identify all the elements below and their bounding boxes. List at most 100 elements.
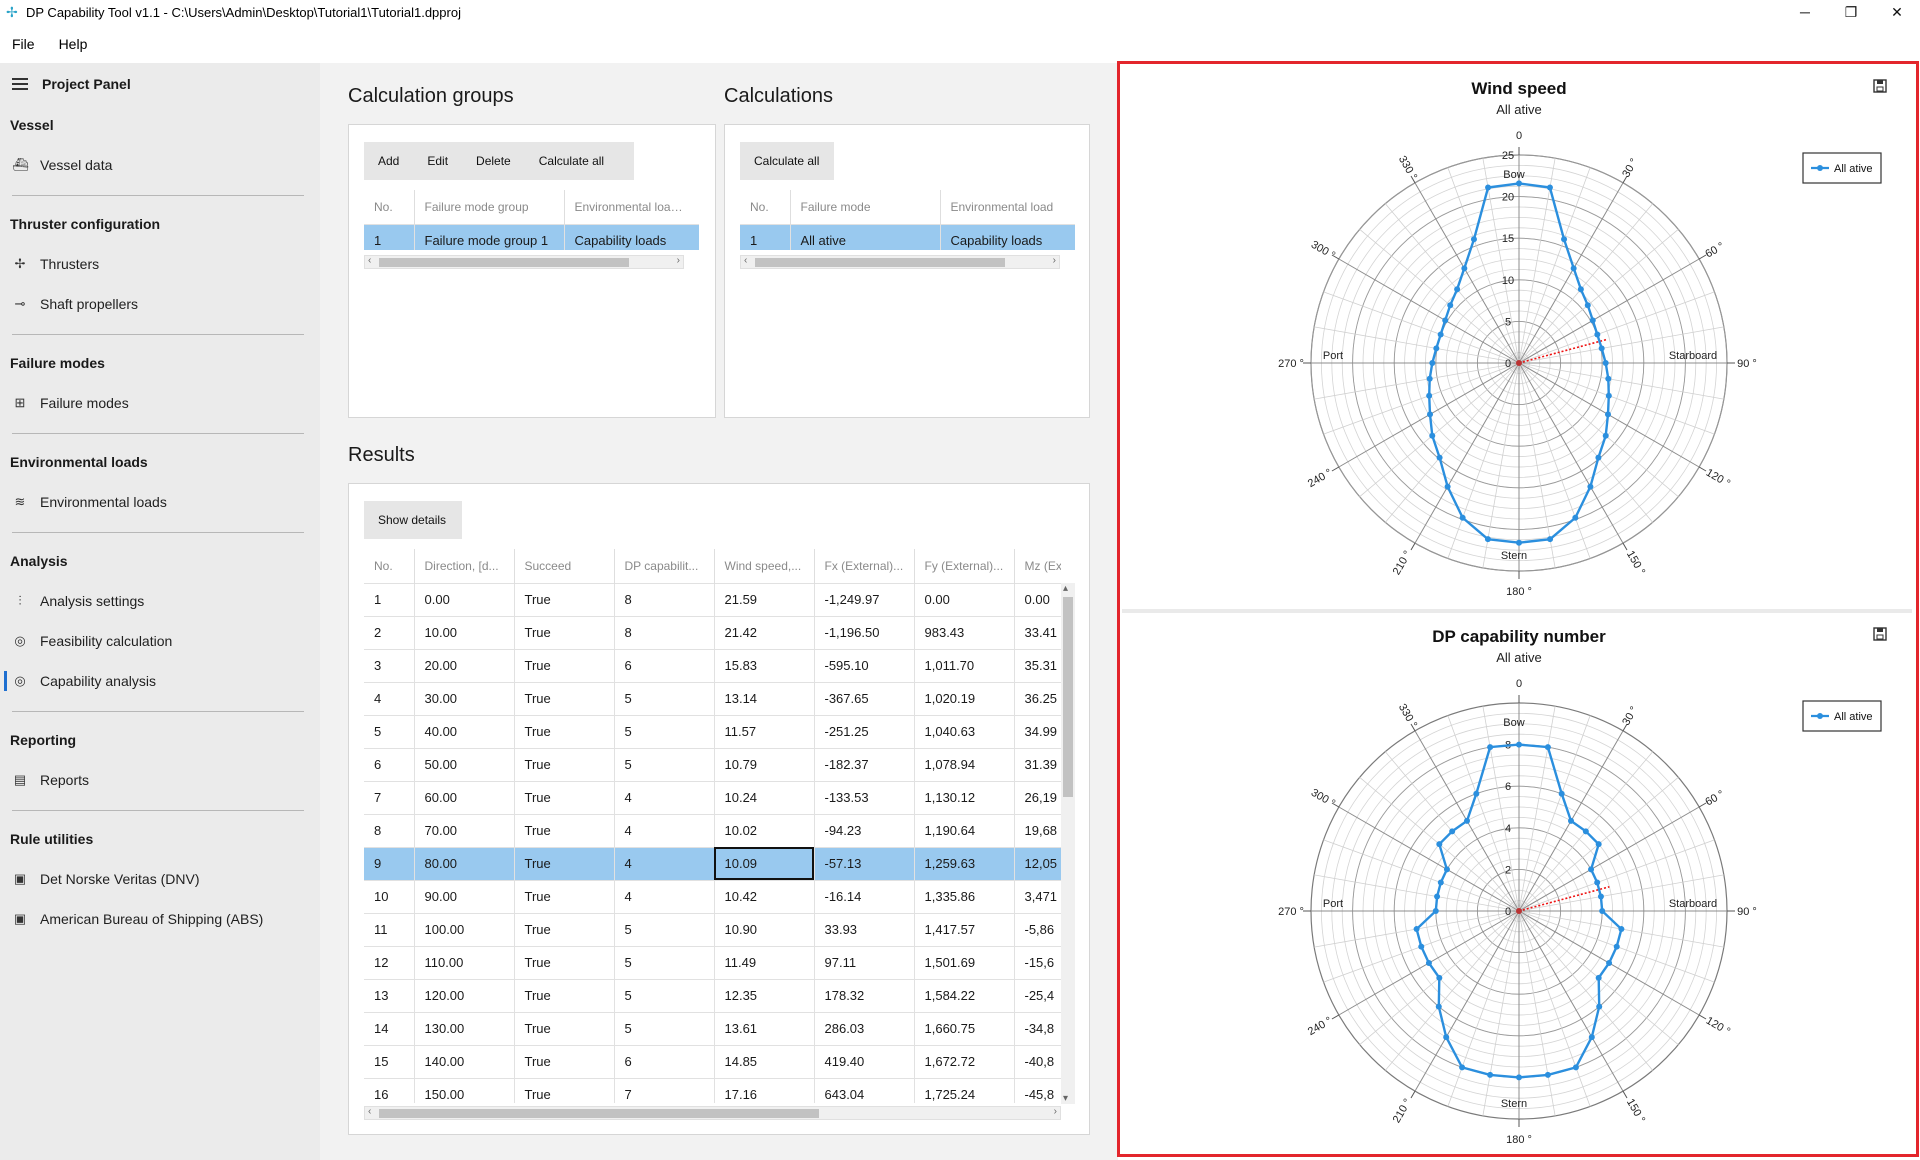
calc-groups-hscroll[interactable]: ‹ › [364, 255, 684, 269]
menu-help[interactable]: Help [47, 36, 100, 52]
show-details-button[interactable]: Show details [364, 501, 460, 539]
table-cell[interactable]: 150.00 [414, 1077, 515, 1103]
table-cell[interactable]: All ative [790, 223, 941, 250]
table-cell[interactable]: 12 [364, 945, 415, 979]
table-cell[interactable]: 6 [614, 1044, 715, 1078]
table-cell[interactable]: 1,020.19 [914, 681, 1015, 715]
table-cell[interactable]: 1,501.69 [914, 945, 1015, 979]
table-cell[interactable]: 4 [614, 780, 715, 814]
calculate-all-groups-button[interactable]: Calculate all [525, 142, 618, 180]
table-cell[interactable]: 286.03 [814, 1011, 915, 1045]
table-cell[interactable]: 5 [614, 714, 715, 748]
table-cell[interactable]: -595.10 [814, 648, 915, 682]
table-cell[interactable]: 10.90 [714, 912, 815, 946]
column-header[interactable]: No. [364, 549, 415, 583]
table-cell[interactable]: 4 [614, 879, 715, 913]
column-header[interactable]: Failure mode group [414, 190, 565, 224]
table-cell[interactable]: 12.35 [714, 978, 815, 1012]
table-cell[interactable]: -34,8 [1014, 1011, 1061, 1045]
table-cell[interactable]: -5,86 [1014, 912, 1061, 946]
table-cell[interactable]: 10.09 [714, 846, 815, 880]
table-cell[interactable]: 1,078.94 [914, 747, 1015, 781]
table-cell[interactable]: 5 [364, 714, 415, 748]
table-cell[interactable]: True [514, 879, 615, 913]
table-cell[interactable]: 1,040.63 [914, 714, 1015, 748]
table-cell[interactable]: -1,249.97 [814, 582, 915, 616]
table-row[interactable]: 3 20.00 True 6 15.83 -595.10 1,011.70 35.31 [364, 648, 1061, 682]
table-cell[interactable]: 1,725.24 [914, 1077, 1015, 1103]
table-cell[interactable]: 30.00 [414, 681, 515, 715]
restore-button[interactable]: ❐ [1828, 0, 1874, 24]
table-cell[interactable]: 419.40 [814, 1044, 915, 1078]
table-cell[interactable]: -1,196.50 [814, 615, 915, 649]
column-header[interactable]: Fx (External)... [814, 549, 915, 583]
table-cell[interactable]: 100.00 [414, 912, 515, 946]
table-cell[interactable]: 35.31 [1014, 648, 1061, 682]
table-cell[interactable]: 31.39 [1014, 747, 1061, 781]
table-cell[interactable]: True [514, 582, 615, 616]
column-header[interactable]: Mz (Exter [1014, 549, 1061, 583]
table-cell[interactable]: 80.00 [414, 846, 515, 880]
table-row[interactable]: 16 150.00 True 7 17.16 643.04 1,725.24 -45,8 [364, 1077, 1061, 1103]
table-cell[interactable]: 17.16 [714, 1077, 815, 1103]
table-cell[interactable]: 110.00 [414, 945, 515, 979]
table-cell[interactable]: 9 [364, 846, 415, 880]
table-cell[interactable]: 16 [364, 1077, 415, 1103]
table-cell[interactable]: 130.00 [414, 1011, 515, 1045]
table-cell[interactable]: 1,672.72 [914, 1044, 1015, 1078]
table-row[interactable]: 1 Failure mode group 1 Capability loads [364, 223, 699, 250]
table-cell[interactable]: 1 [740, 223, 791, 250]
table-cell[interactable]: 6 [364, 747, 415, 781]
table-cell[interactable]: 1,130.12 [914, 780, 1015, 814]
table-cell[interactable]: 4 [614, 846, 715, 880]
table-cell[interactable]: 2 [364, 615, 415, 649]
table-row[interactable]: 8 70.00 True 4 10.02 -94.23 1,190.64 19,68 [364, 813, 1061, 847]
table-cell[interactable]: -94.23 [814, 813, 915, 847]
menu-file[interactable]: File [0, 36, 47, 52]
table-cell[interactable]: 8 [364, 813, 415, 847]
table-cell[interactable]: -367.65 [814, 681, 915, 715]
table-cell[interactable]: -15,6 [1014, 945, 1061, 979]
column-header[interactable]: No. [364, 190, 415, 224]
table-cell[interactable]: True [514, 813, 615, 847]
table-cell[interactable]: 1,417.57 [914, 912, 1015, 946]
table-cell[interactable]: 10.02 [714, 813, 815, 847]
table-cell[interactable]: 33.41 [1014, 615, 1061, 649]
table-cell[interactable]: True [514, 648, 615, 682]
table-cell[interactable]: 5 [614, 912, 715, 946]
table-cell[interactable]: 90.00 [414, 879, 515, 913]
results-hscroll[interactable]: ‹ › [364, 1106, 1061, 1120]
table-cell[interactable]: 3,471 [1014, 879, 1061, 913]
table-cell[interactable]: -16.14 [814, 879, 915, 913]
column-header[interactable]: Succeed [514, 549, 615, 583]
table-row[interactable]: 1 0.00 True 8 21.59 -1,249.97 0.00 0.00 [364, 582, 1061, 616]
sidebar-item-shaft-propellers[interactable]: ⊸ Shaft propellers [0, 284, 320, 324]
column-header[interactable]: Direction, [d... [414, 549, 515, 583]
project-panel-header[interactable]: Project Panel [0, 63, 320, 105]
save-icon[interactable] [1873, 627, 1887, 641]
table-cell[interactable]: -45,8 [1014, 1077, 1061, 1103]
table-cell[interactable]: 8 [614, 615, 715, 649]
table-cell[interactable]: 3 [364, 648, 415, 682]
table-cell[interactable]: 5 [614, 747, 715, 781]
sidebar-item-thrusters[interactable]: ✢ Thrusters [0, 244, 320, 284]
table-cell[interactable]: 8 [614, 582, 715, 616]
table-cell[interactable]: -182.37 [814, 747, 915, 781]
table-row[interactable]: 15 140.00 True 6 14.85 419.40 1,672.72 -40,8 [364, 1044, 1061, 1078]
sidebar-item-reports[interactable]: ▤ Reports [0, 760, 320, 800]
table-cell[interactable]: 1,011.70 [914, 648, 1015, 682]
table-cell[interactable]: 60.00 [414, 780, 515, 814]
column-header[interactable]: Wind speed,... [714, 549, 815, 583]
table-cell[interactable]: True [514, 714, 615, 748]
table-cell[interactable]: 10.79 [714, 747, 815, 781]
table-cell[interactable]: True [514, 945, 615, 979]
table-cell[interactable]: 11.49 [714, 945, 815, 979]
sidebar-item-vessel-data[interactable]: ⛴ Vessel data [0, 145, 320, 185]
table-cell[interactable]: Capability loads [940, 223, 1075, 250]
table-row[interactable]: 6 50.00 True 5 10.79 -182.37 1,078.94 31.39 [364, 747, 1061, 781]
table-cell[interactable]: 10.00 [414, 615, 515, 649]
table-cell[interactable]: -57.13 [814, 846, 915, 880]
table-cell[interactable]: 120.00 [414, 978, 515, 1012]
table-cell[interactable]: 140.00 [414, 1044, 515, 1078]
column-header[interactable]: Fy (External)... [914, 549, 1015, 583]
